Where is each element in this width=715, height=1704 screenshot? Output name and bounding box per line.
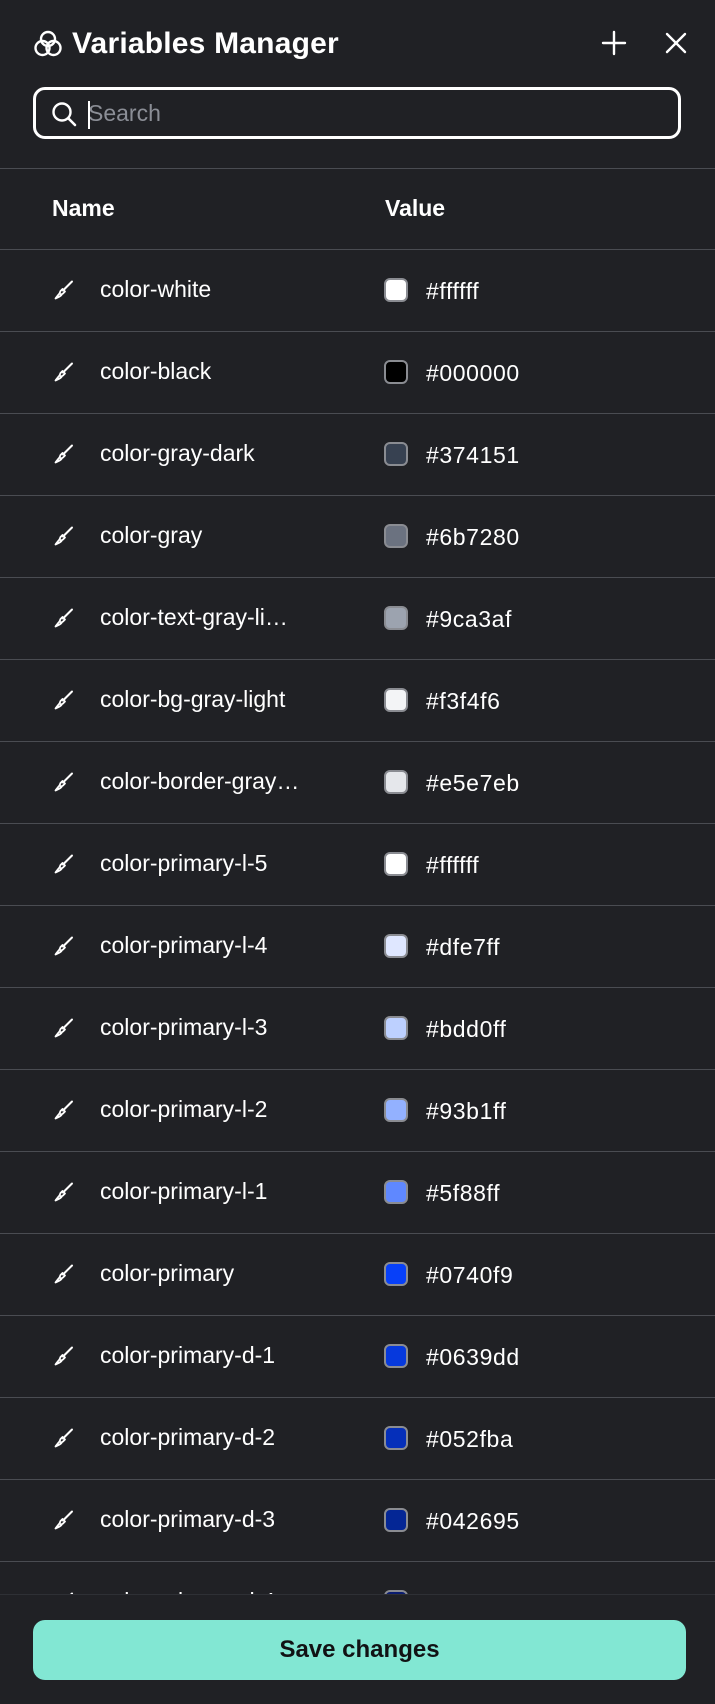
variable-name: color-black [100, 358, 212, 384]
variable-row[interactable]: color-primary-d-3 #042695 [0, 1480, 715, 1562]
color-swatch[interactable] [384, 688, 408, 712]
variable-value: #0639dd [426, 1344, 520, 1370]
search-field[interactable] [33, 87, 681, 139]
color-swatch[interactable] [384, 1180, 408, 1204]
panel-header: Variables Manager [0, 0, 715, 88]
panel-footer: Save changes [0, 1594, 715, 1704]
brush-icon [54, 1510, 73, 1530]
table-header: Name Value [0, 168, 715, 250]
variable-row[interactable]: color-primary-d-1 #0639dd [0, 1316, 715, 1398]
search-input[interactable] [88, 94, 668, 132]
variable-row[interactable]: color-primary-l-2 #93b1ff [0, 1070, 715, 1152]
variable-value: #dfe7ff [426, 934, 501, 960]
variable-name: color-border-gray… [100, 768, 300, 794]
variable-value: #ffffff [426, 278, 480, 304]
variable-row[interactable]: color-primary-l-3 #bdd0ff [0, 988, 715, 1070]
brush-icon [54, 1346, 73, 1366]
brush-icon [54, 1018, 73, 1038]
variable-name: color-primary-d-2 [100, 1424, 276, 1450]
variable-row[interactable]: color-white #ffffff [0, 250, 715, 332]
variable-name: color-bg-gray-light [100, 686, 286, 712]
color-swatch[interactable] [384, 934, 408, 958]
color-swatch[interactable] [384, 1016, 408, 1040]
column-header-value: Value [385, 195, 446, 221]
color-swatch[interactable] [384, 1426, 408, 1450]
text-cursor [88, 101, 90, 129]
variable-name: color-primary-l-2 [100, 1096, 268, 1122]
variable-value: #f3f4f6 [426, 688, 501, 714]
close-icon[interactable] [659, 26, 693, 60]
palette-icon [34, 30, 62, 57]
brush-icon [54, 1264, 73, 1284]
variable-value: #052fba [426, 1426, 514, 1452]
variable-row[interactable]: color-primary-l-4 #dfe7ff [0, 906, 715, 988]
variable-row[interactable]: color-bg-gray-light #f3f4f6 [0, 660, 715, 742]
brush-icon [54, 1100, 73, 1120]
brush-icon [54, 280, 73, 300]
variable-name: color-white [100, 276, 212, 302]
variable-value: #bdd0ff [426, 1016, 507, 1042]
variables-table: Name Value color-white #ffffff color-bla… [0, 168, 715, 1594]
search-icon [52, 102, 77, 127]
brush-icon [54, 936, 73, 956]
color-swatch[interactable] [384, 1344, 408, 1368]
plus-icon[interactable] [597, 26, 631, 60]
variable-name: color-primary-l-1 [100, 1178, 268, 1204]
variable-value: #ffffff [426, 852, 480, 878]
variable-row[interactable]: color-gray #6b7280 [0, 496, 715, 578]
brush-icon [54, 608, 73, 628]
color-swatch[interactable] [384, 1098, 408, 1122]
variable-row[interactable]: color-primary-d-2 #052fba [0, 1398, 715, 1480]
variable-row[interactable]: color-primary #0740f9 [0, 1234, 715, 1316]
variable-name: color-primary-l-5 [100, 850, 268, 876]
brush-icon [54, 362, 73, 382]
color-swatch[interactable] [384, 524, 408, 548]
variable-name: color-primary [100, 1260, 235, 1286]
variable-name: color-gray [100, 522, 203, 548]
brush-icon [54, 526, 73, 546]
brush-icon [54, 854, 73, 874]
variable-name: color-primary-d-1 [100, 1342, 276, 1368]
variable-name: color-text-gray-li… [100, 604, 288, 630]
table-body: color-white #ffffff color-black #000000 … [0, 250, 715, 1594]
variable-value: #0740f9 [426, 1262, 514, 1288]
panel-title: Variables Manager [72, 27, 339, 60]
brush-icon [54, 444, 73, 464]
variable-value: #374151 [426, 442, 520, 468]
brush-icon [54, 772, 73, 792]
color-swatch[interactable] [384, 770, 408, 794]
variable-row[interactable]: color-primary-d-4 [0, 1562, 715, 1594]
variable-row[interactable]: color-gray-dark #374151 [0, 414, 715, 496]
column-header-name: Name [52, 195, 115, 221]
variable-name: color-gray-dark [100, 440, 255, 466]
variable-row[interactable]: color-black #000000 [0, 332, 715, 414]
color-swatch[interactable] [384, 442, 408, 466]
variable-row[interactable]: color-primary-l-5 #ffffff [0, 824, 715, 906]
variables-manager-panel: Variables Manager Name Value color-white [0, 0, 715, 1704]
color-swatch[interactable] [384, 852, 408, 876]
variable-value: #e5e7eb [426, 770, 520, 796]
variable-value: #042695 [426, 1508, 520, 1534]
color-swatch[interactable] [384, 606, 408, 630]
variable-row[interactable]: color-primary-l-1 #5f88ff [0, 1152, 715, 1234]
color-swatch[interactable] [384, 360, 408, 384]
variable-value: #93b1ff [426, 1098, 507, 1124]
brush-icon [54, 690, 73, 710]
brush-icon [54, 1428, 73, 1448]
color-swatch[interactable] [384, 278, 408, 302]
variable-name: color-primary-d-3 [100, 1506, 276, 1532]
brush-icon [54, 1182, 73, 1202]
color-swatch[interactable] [384, 1262, 408, 1286]
variable-value: #000000 [426, 360, 520, 386]
variable-value: #9ca3af [426, 606, 513, 632]
variable-name: color-primary-l-4 [100, 932, 268, 958]
variable-row[interactable]: color-text-gray-li… #9ca3af [0, 578, 715, 660]
variable-row[interactable]: color-border-gray… #e5e7eb [0, 742, 715, 824]
save-changes-button[interactable]: Save changes [33, 1620, 686, 1680]
variable-value: #6b7280 [426, 524, 520, 550]
variable-name: color-primary-l-3 [100, 1014, 268, 1040]
variable-name: color-primary-d-4 [100, 1586, 320, 1594]
variable-value: #5f88ff [426, 1180, 501, 1206]
color-swatch[interactable] [384, 1508, 408, 1532]
